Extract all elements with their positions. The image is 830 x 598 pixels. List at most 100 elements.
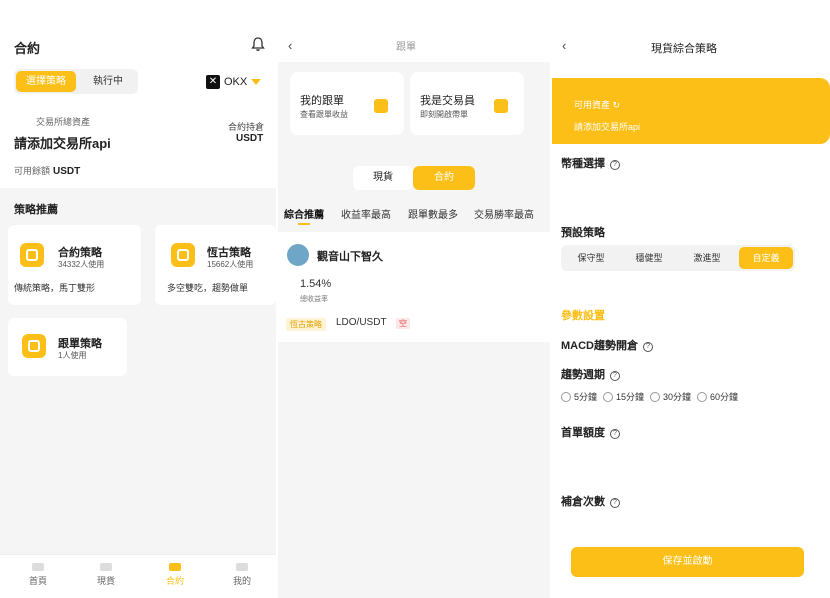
param-settings-title: 參數設置 [561, 310, 605, 322]
hold-value: USDT [236, 133, 264, 144]
back-chevron-icon[interactable]: ‹ [562, 38, 566, 53]
page-title: 合約 [14, 41, 41, 56]
option-label: 30分鐘 [663, 392, 692, 402]
dollar-bag-icon [22, 334, 46, 358]
label-text: 補倉次數 [561, 496, 605, 508]
preset-aggressive[interactable]: 激進型 [681, 245, 733, 271]
nav-home[interactable]: 首頁 [18, 563, 58, 587]
refresh-icon[interactable]: ↻ [613, 100, 621, 110]
market-segment: 現貨 合約 [353, 166, 477, 190]
available-assets: 可用資產 ↻ [574, 98, 620, 111]
option-label: 5分鐘 [574, 392, 598, 402]
add-api-link[interactable]: 請添加交易所api [14, 133, 111, 152]
available-balance: 可用餘額 USDT [14, 164, 80, 177]
strategy-card-copy[interactable]: 跟單策略 1人使用 [8, 318, 127, 376]
available-assets-banner: 可用資產 ↻ 請添加交易所api [552, 78, 830, 144]
dropdown-triangle-icon [251, 78, 262, 85]
trader-icon [494, 99, 508, 113]
nav-spot[interactable]: 現貨 [86, 563, 126, 587]
save-start-button[interactable]: 保存並啟動 [571, 547, 804, 577]
option-label: 60分鐘 [710, 392, 739, 402]
segment-spot[interactable]: 現貨 [353, 166, 413, 190]
label-text: 趨勢週期 [561, 369, 605, 381]
nav-futures[interactable]: 合約 [155, 563, 195, 587]
page-title: 跟單 [396, 42, 416, 53]
tab-highest-return[interactable]: 收益率最高 [341, 206, 391, 221]
period-option[interactable]: 60分鐘 [697, 390, 738, 403]
card-name: 跟單策略 [58, 338, 102, 350]
spot-strategy-screen: ‹ 現貨綜合策略 可用資產 ↻ 請添加交易所api 幣種選擇? 預設策略 保守型… [552, 0, 830, 598]
user-icon [236, 563, 248, 571]
label-text: 首單額度 [561, 427, 605, 439]
help-circle-icon[interactable]: ? [610, 160, 620, 170]
help-circle-icon[interactable]: ? [610, 498, 620, 508]
account-summary: 合約 選擇策略 執行中 ✕ OKX 交易所總資產 請添加交易所api 合約持倉 … [0, 0, 276, 188]
page-title: 現貨綜合策略 [651, 43, 717, 55]
futures-icon [169, 563, 181, 571]
avail-label: 可用餘額 [14, 166, 51, 176]
help-circle-icon[interactable]: ? [610, 429, 620, 439]
card-users: 1人使用 [58, 351, 87, 360]
preset-selector: 保守型 穩健型 激進型 自定義 [561, 245, 795, 271]
available-label: 可用資產 [574, 100, 611, 110]
bell-icon[interactable] [251, 36, 265, 52]
radio-icon [697, 391, 708, 402]
nav-label: 首頁 [28, 576, 47, 586]
label-text: MACD趨勢開倉 [561, 340, 638, 352]
nav-label: 合約 [165, 576, 184, 586]
first-amount-label: 首單額度? [561, 424, 620, 440]
card-desc: 多空雙吃，趨勢做單 [167, 283, 249, 293]
trader-card[interactable]: 觀音山下智久 1.54% 總收益率 恆古策略 LDO/USDT 空 [278, 232, 550, 342]
tab-select-strategy[interactable]: 選擇策略 [16, 71, 76, 92]
okx-logo-icon: ✕ [206, 74, 220, 89]
card-users: 34332人使用 [58, 260, 105, 269]
strategy-icon [20, 243, 44, 267]
card-title: 我是交易員 [420, 95, 475, 107]
section-title: 策略推薦 [14, 204, 58, 216]
tab-highest-winrate[interactable]: 交易勝率最高 [474, 206, 534, 221]
add-api-link[interactable]: 請添加交易所api [574, 120, 640, 133]
help-circle-icon[interactable]: ? [610, 371, 620, 381]
tab-recommended[interactable]: 綜合推薦 [284, 206, 324, 221]
strategy-card-henggu[interactable]: 恆古策略 15662人使用 多空雙吃，趨勢做單 [155, 225, 276, 305]
avail-unit: USDT [53, 166, 81, 177]
home-icon [32, 563, 44, 571]
radio-icon [650, 391, 661, 402]
add-times-label: 補倉次數? [561, 493, 620, 509]
preset-stable[interactable]: 穩健型 [623, 245, 675, 271]
nav-mine[interactable]: 我的 [222, 563, 262, 587]
trend-period-label: 趨勢週期? [561, 366, 620, 382]
spot-icon [100, 563, 112, 571]
top-bar: ‹ 跟單 [278, 0, 550, 62]
total-return: 1.54% [300, 278, 332, 290]
preset-conservative[interactable]: 保守型 [565, 245, 617, 271]
period-option[interactable]: 15分鐘 [603, 390, 644, 403]
copy-trading-screen: ‹ 跟單 我的跟單 查看跟單收益 我是交易員 即刻開啟帶單 現貨 合約 綜合推薦… [278, 0, 550, 598]
macd-label: MACD趨勢開倉? [561, 337, 653, 353]
i-am-trader-card[interactable]: 我是交易員 即刻開啟帶單 [410, 72, 524, 135]
preset-custom[interactable]: 自定義 [739, 247, 793, 269]
coin-select-label[interactable]: 幣種選擇? [561, 155, 620, 171]
card-users: 15662人使用 [207, 260, 254, 269]
bottom-nav: 首頁 現貨 合約 我的 [0, 554, 276, 598]
card-title: 我的跟單 [300, 95, 344, 107]
card-sub: 查看跟單收益 [300, 110, 348, 119]
back-chevron-icon[interactable]: ‹ [288, 38, 292, 53]
period-options: 5分鐘 15分鐘 30分鐘 60分鐘 [561, 390, 738, 403]
radio-icon [561, 391, 571, 402]
my-copy-card[interactable]: 我的跟單 查看跟單收益 [290, 72, 404, 135]
segment-futures[interactable]: 合約 [413, 166, 475, 190]
card-name: 合約策略 [58, 247, 102, 259]
period-option[interactable]: 5分鐘 [561, 390, 597, 403]
exchange-selector[interactable]: ✕ OKX [206, 73, 262, 90]
tab-running[interactable]: 執行中 [80, 71, 136, 92]
wallet-icon [374, 99, 388, 113]
label-text: 幣種選擇 [561, 158, 605, 170]
option-label: 15分鐘 [616, 392, 645, 402]
period-option[interactable]: 30分鐘 [650, 390, 691, 403]
strategy-card-futures[interactable]: 合約策略 34332人使用 傳統策略，馬丁雙形 [8, 225, 141, 305]
tab-most-followers[interactable]: 跟單數最多 [408, 206, 458, 221]
total-return-label: 總收益率 [300, 296, 328, 303]
help-circle-icon[interactable]: ? [643, 342, 653, 352]
card-name: 恆古策略 [207, 247, 251, 259]
